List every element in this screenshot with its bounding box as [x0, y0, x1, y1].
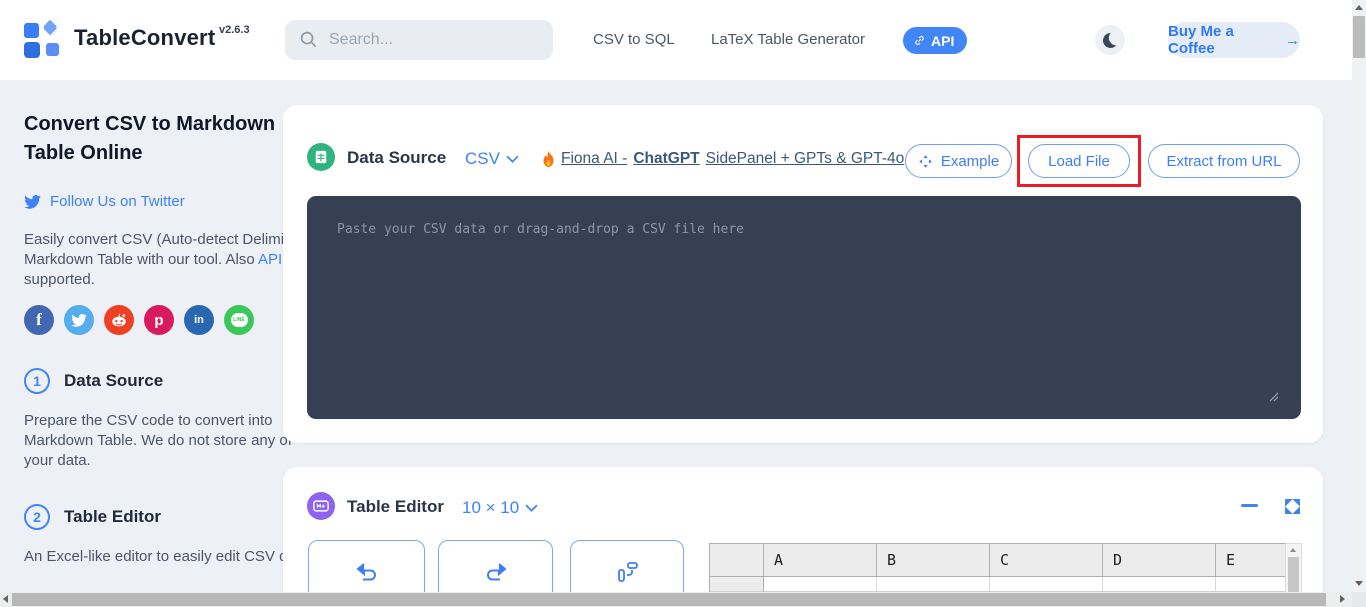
step-2-title: Table Editor	[64, 507, 161, 527]
table-editor-card: Table Editor 10 × 10 Undo Redo Transpose…	[283, 467, 1323, 607]
grid-cell[interactable]	[877, 577, 990, 592]
search-icon	[300, 31, 317, 48]
follow-twitter-label: Follow Us on Twitter	[50, 193, 185, 210]
intro-line-3: supported.	[24, 270, 323, 290]
link-icon	[913, 34, 926, 47]
flame-icon	[542, 151, 555, 167]
undo-icon	[354, 561, 380, 583]
data-source-title: Data Source	[347, 148, 446, 168]
grid-col-header-a[interactable]: A	[764, 543, 877, 577]
reddit-icon[interactable]	[104, 305, 134, 335]
social-share-row: f p in LINE	[24, 305, 254, 335]
intro-line-2: Markdown Table with our tool. Also API i…	[24, 250, 323, 270]
grid-col-header-d[interactable]: D	[1103, 543, 1216, 577]
search-input[interactable]	[329, 20, 544, 60]
tableconvert-logo[interactable]	[24, 21, 62, 59]
tableconvert-page: Convert CSV to Markdown Table Online Fol…	[0, 0, 1366, 607]
page-title: Convert CSV to Markdown Table Online	[24, 110, 292, 168]
navbar: TableConvert v2.6.3 CSV to SQL LaTeX Tab…	[0, 0, 1352, 80]
chevron-down-icon	[506, 155, 519, 163]
step-1-title: Data Source	[64, 371, 163, 391]
follow-twitter-link[interactable]: Follow Us on Twitter	[24, 193, 185, 210]
intro-line-1: Easily convert CSV (Auto-detect Delimite…	[24, 230, 323, 250]
buy-me-a-coffee-button[interactable]: Buy Me a Coffee →	[1168, 22, 1300, 58]
extract-from-url-button[interactable]: Extract from URL	[1148, 144, 1300, 178]
scroll-left-arrow[interactable]	[3, 595, 8, 603]
table-size-select[interactable]: 10 × 10	[462, 498, 538, 518]
grid-data-row	[709, 577, 1287, 592]
search-box[interactable]	[285, 20, 553, 60]
api-link[interactable]: API	[258, 251, 282, 268]
step-2-table-editor: 2 Table Editor	[24, 504, 161, 530]
page-horizontal-scrollbar[interactable]	[0, 592, 1352, 607]
chevron-down-icon	[525, 504, 538, 512]
load-file-button[interactable]: Load File	[1028, 144, 1130, 178]
grid-cell[interactable]	[764, 577, 877, 592]
format-select[interactable]: CSV	[465, 149, 519, 169]
arrow-right-icon: →	[1285, 32, 1300, 49]
grid-row-header[interactable]	[709, 577, 764, 592]
spreadsheet-grid[interactable]: A B C D E	[709, 543, 1287, 592]
scrollbar-corner	[1352, 592, 1366, 607]
data-source-card: Data Source CSV Fiona AI - ChatGPT SideP…	[283, 105, 1323, 443]
step-1-data-source: 1 Data Source	[24, 368, 163, 394]
table-editor-title: Table Editor	[347, 497, 444, 517]
linkedin-icon[interactable]: in	[184, 305, 214, 335]
moon-icon	[1101, 31, 1119, 49]
example-button[interactable]: Example	[905, 144, 1012, 178]
nav-link-csv-to-sql[interactable]: CSV to SQL	[593, 31, 675, 48]
scroll-right-arrow[interactable]	[1340, 595, 1345, 603]
api-button[interactable]: API	[903, 27, 967, 54]
grid-cell[interactable]	[1216, 577, 1287, 592]
facebook-icon[interactable]: f	[24, 305, 54, 335]
grid-header-row: A B C D E	[709, 543, 1287, 577]
grid-corner-cell[interactable]	[709, 543, 764, 577]
dark-mode-toggle[interactable]	[1095, 25, 1125, 55]
line-icon[interactable]: LINE	[224, 305, 254, 335]
vertical-scrollbar-thumb[interactable]	[1353, 16, 1365, 58]
data-source-icon	[307, 143, 335, 171]
scroll-up-arrow[interactable]	[1355, 5, 1363, 10]
brand-name[interactable]: TableConvert	[74, 25, 215, 51]
version-label: v2.6.3	[219, 24, 250, 36]
table-editor-icon	[307, 492, 335, 520]
grid-cell[interactable]	[1103, 577, 1216, 592]
csv-input-textarea[interactable]	[307, 196, 1301, 419]
redo-icon	[483, 561, 509, 583]
pinterest-icon[interactable]: p	[144, 305, 174, 335]
twitter-share-icon[interactable]	[64, 305, 94, 335]
page-vertical-scrollbar[interactable]	[1352, 0, 1366, 607]
twitter-icon	[24, 195, 41, 209]
nav-link-latex-generator[interactable]: LaTeX Table Generator	[711, 31, 865, 48]
example-icon	[918, 154, 933, 169]
transpose-icon	[615, 561, 639, 583]
grid-scroll-up-arrow[interactable]	[1290, 548, 1296, 552]
grid-col-header-e[interactable]: E	[1216, 543, 1287, 577]
grid-col-header-b[interactable]: B	[877, 543, 990, 577]
fiona-ai-promo-link[interactable]: Fiona AI - ChatGPT SidePanel + GPTs & GP…	[542, 150, 904, 168]
scroll-down-arrow[interactable]	[1355, 581, 1363, 586]
horizontal-scrollbar-thumb[interactable]	[12, 593, 1326, 606]
step-2-description: An Excel-like editor to easily edit CSV …	[24, 547, 308, 567]
grid-col-header-c[interactable]: C	[990, 543, 1103, 577]
expand-icon[interactable]	[1284, 498, 1301, 515]
step-2-number: 2	[24, 504, 50, 530]
step-1-description: Prepare the CSV code to convert into Mar…	[24, 411, 292, 471]
intro-text: Easily convert CSV (Auto-detect Delimite…	[24, 230, 323, 290]
step-1-number: 1	[24, 368, 50, 394]
collapse-button[interactable]	[1241, 504, 1258, 507]
grid-cell[interactable]	[990, 577, 1103, 592]
